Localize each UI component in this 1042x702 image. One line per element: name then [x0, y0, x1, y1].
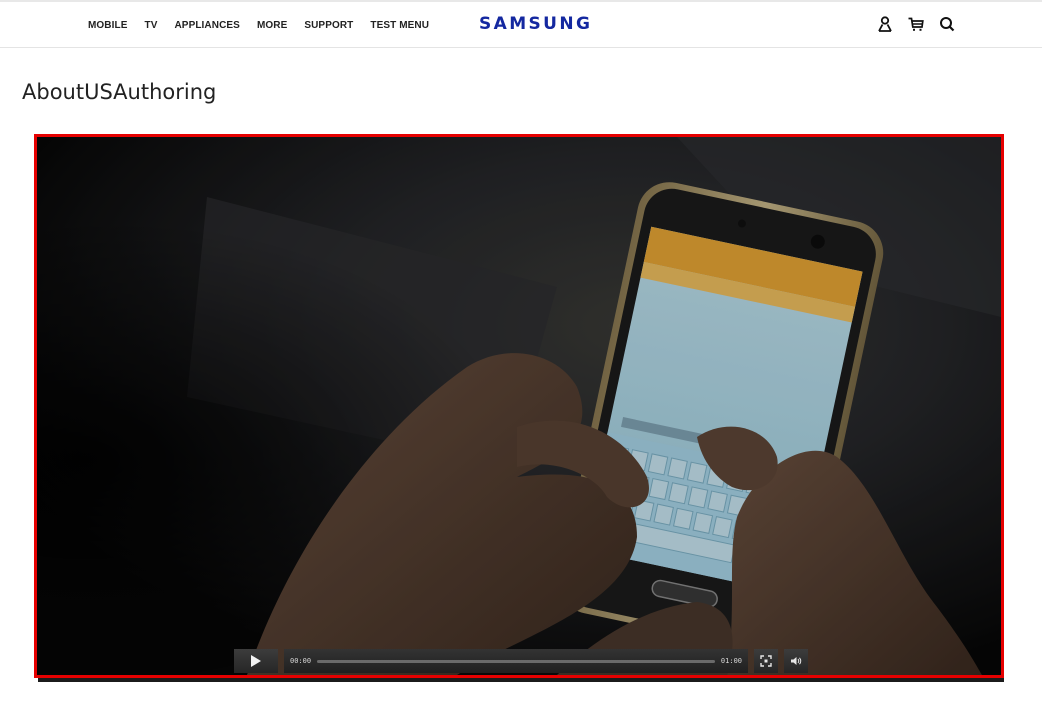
samsung-logo[interactable]: SAMSUNG — [479, 14, 592, 34]
main-nav: MOBILE TV APPLIANCES MORE SUPPORT TEST M… — [88, 2, 446, 48]
video-controls: 00:00 01:00 — [234, 649, 814, 673]
page-title: AboutUSAuthoring — [22, 80, 217, 104]
video-player[interactable]: 00:00 01:00 — [34, 134, 1004, 678]
play-button[interactable] — [234, 649, 278, 673]
user-icon[interactable] — [876, 15, 894, 33]
video-frame-image — [37, 137, 1001, 675]
duration: 01:00 — [720, 657, 742, 665]
fullscreen-button[interactable] — [754, 649, 778, 673]
nav-item-support[interactable]: SUPPORT — [304, 20, 353, 31]
site-header: MOBILE TV APPLIANCES MORE SUPPORT TEST M… — [0, 2, 1042, 48]
nav-item-more[interactable]: MORE — [257, 20, 287, 31]
nav-item-test-menu[interactable]: TEST MENU — [370, 20, 429, 31]
video-timeline: 00:00 01:00 — [284, 649, 748, 673]
search-icon[interactable] — [938, 15, 956, 33]
utility-icons — [876, 15, 956, 33]
current-time: 00:00 — [290, 657, 312, 665]
seek-bar[interactable] — [317, 659, 715, 663]
cart-icon[interactable] — [907, 15, 925, 33]
play-icon — [251, 655, 261, 667]
nav-item-tv[interactable]: TV — [145, 20, 158, 31]
nav-item-mobile[interactable]: MOBILE — [88, 20, 128, 31]
volume-button[interactable] — [784, 649, 808, 673]
nav-item-appliances[interactable]: APPLIANCES — [174, 20, 239, 31]
volume-icon — [791, 657, 802, 665]
fullscreen-icon — [760, 655, 772, 667]
